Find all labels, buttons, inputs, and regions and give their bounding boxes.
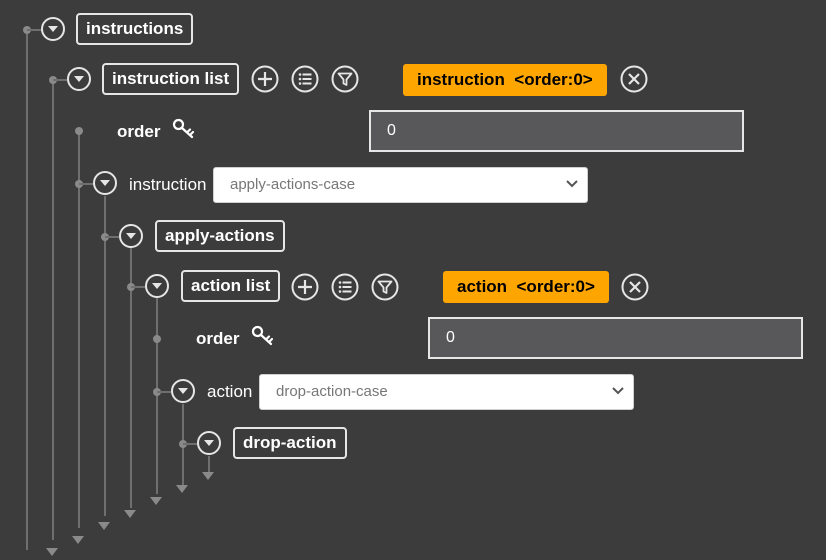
chevron-down-icon — [612, 387, 624, 395]
action-select[interactable]: drop-action-case — [259, 374, 634, 410]
action-select-value: drop-action-case — [276, 383, 388, 400]
action-list-label[interactable]: action list — [181, 270, 281, 302]
chevron-down-icon — [204, 440, 214, 446]
list-circle-icon[interactable] — [291, 65, 319, 93]
plus-circle-icon[interactable] — [251, 65, 279, 93]
chevron-down-icon — [100, 180, 110, 186]
chevron-down-icon — [178, 388, 188, 394]
plus-circle-icon[interactable] — [291, 273, 319, 301]
instruction-list-label[interactable]: instruction list — [102, 63, 240, 95]
close-circle-icon[interactable] — [621, 273, 649, 301]
instruction-select-value: apply-actions-case — [230, 176, 356, 193]
list-circle-icon[interactable] — [331, 273, 359, 301]
action-label: action — [207, 382, 253, 401]
instruction-select[interactable]: apply-actions-case — [213, 167, 588, 203]
action-list-toggle[interactable] — [145, 274, 169, 298]
instructions-toggle[interactable] — [41, 17, 65, 41]
instruction-toggle[interactable] — [93, 171, 117, 195]
chevron-down-icon — [152, 283, 162, 289]
instruction-list-toggle[interactable] — [67, 67, 91, 91]
instruction-order-input[interactable]: 0 — [369, 110, 744, 152]
action-order-input[interactable]: 0 — [428, 317, 803, 359]
chevron-down-icon — [566, 180, 578, 188]
instruction-label: instruction — [129, 175, 207, 194]
instruction-list-badge[interactable]: instruction <order:0> — [403, 64, 607, 96]
chevron-down-icon — [126, 233, 136, 239]
action-order-label: order — [196, 329, 240, 348]
filter-circle-icon[interactable] — [331, 65, 359, 93]
apply-actions-label[interactable]: apply-actions — [155, 220, 285, 252]
action-toggle[interactable] — [171, 379, 195, 403]
key-icon — [172, 118, 195, 139]
instruction-order-label: order — [117, 122, 161, 141]
chevron-down-icon — [74, 76, 84, 82]
drop-action-toggle[interactable] — [197, 431, 221, 455]
chevron-down-icon — [48, 26, 58, 32]
key-icon — [251, 325, 274, 346]
close-circle-icon[interactable] — [620, 65, 648, 93]
instructions-label[interactable]: instructions — [76, 13, 194, 45]
filter-circle-icon[interactable] — [371, 273, 399, 301]
drop-action-label[interactable]: drop-action — [233, 427, 347, 459]
action-list-badge[interactable]: action <order:0> — [443, 271, 609, 303]
apply-actions-toggle[interactable] — [119, 224, 143, 248]
